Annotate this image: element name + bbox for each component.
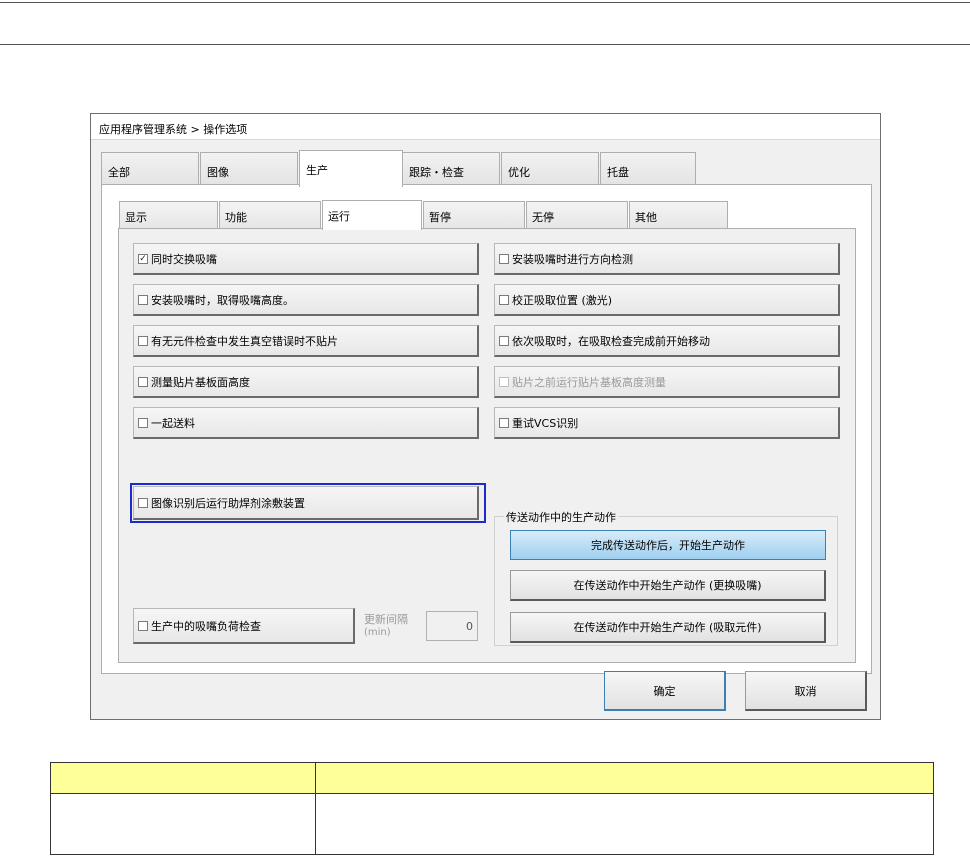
tab-label: 全部 [108, 166, 130, 179]
tab-label: 跟踪・检查 [409, 166, 464, 179]
option-label: 有无元件检查中发生真空错误时不贴片 [151, 334, 338, 348]
option-label: 测量贴片基板面高度 [151, 375, 250, 389]
option-label: 依次吸取时，在吸取检查完成前开始移动 [512, 334, 710, 348]
interval-unit: (min) [364, 627, 391, 638]
option-label: 图像识别后运行助焊剂涂敷装置 [151, 496, 305, 510]
ok-button[interactable]: 确定 [604, 671, 726, 711]
subtab-label: 运行 [328, 210, 350, 223]
start-during-transfer-nozzle-button[interactable]: 在传送动作中开始生产动作 (更换吸嘴) [510, 570, 826, 601]
option-label: 生产中的吸嘴负荷检查 [151, 619, 261, 633]
option-label: 一起送料 [151, 416, 195, 430]
tab-production[interactable]: 生产 [299, 150, 403, 187]
button-label: 在传送动作中开始生产动作 (吸取元件) [573, 621, 762, 634]
checkbox-icon[interactable] [138, 497, 148, 508]
subtab-pause[interactable]: 暂停 [423, 201, 525, 229]
table-cell [315, 793, 934, 855]
option-label: 同时交换吸嘴 [151, 252, 217, 266]
tab-label: 生产 [306, 164, 328, 177]
run-subtab-panel: ✓ 同时交换吸嘴 安装吸嘴时，取得吸嘴高度。 有无元件检查中发生真空错误时不贴片 … [118, 228, 856, 663]
table-cell [50, 793, 316, 855]
start-after-transfer-button[interactable]: 完成传送动作后，开始生产动作 [510, 530, 826, 560]
subtab-label: 显示 [125, 211, 147, 224]
group-title: 传送动作中的生产动作 [504, 509, 618, 525]
cancel-button[interactable]: 取消 [745, 671, 867, 711]
checkbox-icon[interactable] [499, 253, 509, 264]
production-tab-panel: 显示 功能 运行 暂停 无停 其他 ✓ 同时交换吸嘴 安装吸嘴时，取得吸嘴高度。 … [101, 184, 872, 674]
option-nozzle-load-check[interactable]: 生产中的吸嘴负荷检查 [133, 608, 355, 644]
checkbox-icon[interactable] [138, 376, 148, 387]
option-calibrate-pick-laser[interactable]: 校正吸取位置 (激光) [494, 284, 840, 316]
checkbox-icon[interactable] [138, 294, 148, 305]
interval-label: 更新间隔 (min) [364, 613, 408, 639]
operation-options-dialog: 应用程序管理系统 > 操作选项 全部 图像 生产 跟踪・检查 优化 托盘 显示 … [90, 113, 881, 720]
checkbox-checked-icon[interactable]: ✓ [138, 253, 148, 264]
subtab-label: 其他 [635, 211, 657, 224]
tab-label: 托盘 [607, 166, 629, 179]
option-label: 安装吸嘴时进行方向检测 [512, 252, 633, 266]
checkbox-icon[interactable] [499, 417, 509, 428]
subtab-nonstop[interactable]: 无停 [526, 201, 628, 229]
top-rule [0, 2, 970, 3]
button-label: 完成传送动作后，开始生产动作 [591, 539, 745, 552]
subtab-other[interactable]: 其他 [629, 201, 728, 229]
button-label: 取消 [794, 684, 817, 698]
checkbox-icon[interactable] [138, 417, 148, 428]
subtab-label: 暂停 [429, 211, 451, 224]
option-label: 重试VCS识别 [512, 416, 579, 430]
interval-input[interactable]: 0 [426, 611, 478, 641]
subtab-display[interactable]: 显示 [119, 201, 218, 229]
option-feed-together[interactable]: 一起送料 [133, 407, 479, 439]
option-label: 贴片之前运行贴片基板高度测量 [512, 375, 666, 389]
subtab-function[interactable]: 功能 [219, 201, 321, 229]
tab-all[interactable]: 全部 [101, 152, 199, 186]
option-direction-check[interactable]: 安装吸嘴时进行方向检测 [494, 243, 840, 275]
tab-label: 图像 [207, 166, 229, 179]
option-move-before-check[interactable]: 依次吸取时，在吸取检查完成前开始移动 [494, 325, 840, 357]
option-get-nozzle-height[interactable]: 安装吸嘴时，取得吸嘴高度。 [133, 284, 479, 316]
option-flux-after-recognition[interactable]: 图像识别后运行助焊剂涂敷装置 [133, 486, 479, 520]
table-header-cell [50, 762, 316, 794]
table-header-cell [315, 762, 934, 794]
tab-image[interactable]: 图像 [200, 152, 298, 186]
tab-tray[interactable]: 托盘 [600, 152, 696, 186]
subtab-label: 功能 [225, 211, 247, 224]
button-label: 确定 [653, 684, 676, 698]
checkbox-icon[interactable] [138, 335, 148, 346]
option-pre-placement-height-measure: 贴片之前运行贴片基板高度测量 [494, 366, 840, 398]
subtab-run[interactable]: 运行 [322, 200, 422, 230]
window-title: 应用程序管理系统 > 操作选项 [91, 114, 880, 140]
option-simultaneous-nozzle-change[interactable]: ✓ 同时交换吸嘴 [133, 243, 479, 275]
checkbox-icon[interactable] [499, 335, 509, 346]
option-label: 安装吸嘴时，取得吸嘴高度。 [151, 293, 294, 307]
subtab-label: 无停 [532, 211, 554, 224]
option-label: 校正吸取位置 (激光) [512, 293, 613, 307]
button-label: 在传送动作中开始生产动作 (更换吸嘴) [573, 579, 762, 592]
interval-label-text: 更新间隔 [364, 613, 408, 626]
option-vacuum-error-skip[interactable]: 有无元件检查中发生真空错误时不贴片 [133, 325, 479, 357]
table-row [50, 793, 934, 855]
option-measure-board-height[interactable]: 测量贴片基板面高度 [133, 366, 479, 398]
description-table [50, 762, 934, 855]
option-retry-vcs[interactable]: 重试VCS识别 [494, 407, 840, 439]
checkbox-icon[interactable] [499, 294, 509, 305]
tab-optimize[interactable]: 优化 [501, 152, 599, 186]
header-rule [0, 44, 970, 45]
table-header-row [50, 762, 934, 794]
checkbox-icon[interactable] [138, 620, 148, 631]
tab-tracking-inspection[interactable]: 跟踪・检查 [402, 152, 500, 186]
checkbox-disabled-icon [499, 376, 509, 387]
start-during-transfer-pick-button[interactable]: 在传送动作中开始生产动作 (吸取元件) [510, 612, 826, 643]
tab-label: 优化 [508, 166, 530, 179]
